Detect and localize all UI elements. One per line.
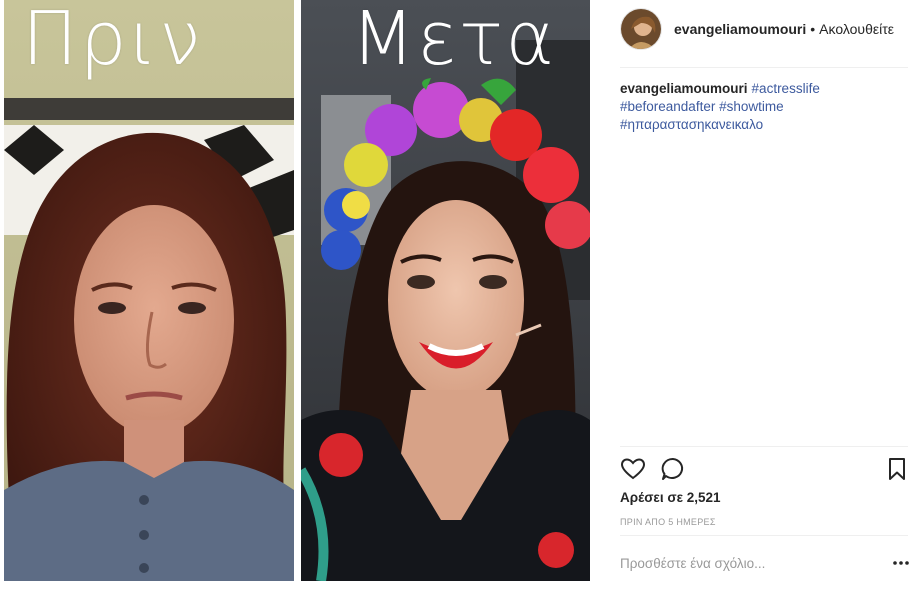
before-photo: Πριν [4, 0, 294, 581]
header-divider [620, 67, 908, 68]
instagram-post: Πριν Μετα evangeliamoumouri • Ακολουθείτ… [0, 0, 916, 594]
before-photo-illustration [4, 0, 294, 581]
post-timestamp[interactable]: ΠΡΙΝ ΑΠΟ 5 ΗΜΕΡΕΣ [620, 517, 716, 527]
following-button[interactable]: Ακολουθείτε [819, 21, 894, 37]
save-button[interactable] [884, 456, 910, 482]
bookmark-icon [889, 458, 905, 480]
after-photo: Μετα [301, 0, 590, 581]
post-header: evangeliamoumouri • Ακολουθείτε [620, 8, 908, 50]
post-actions [620, 456, 910, 484]
hashtag-link[interactable]: #showtime [719, 99, 784, 114]
caption-username[interactable]: evangeliamoumouri [620, 81, 748, 96]
hashtag-link[interactable]: #beforeandafter [620, 99, 715, 114]
header-text: evangeliamoumouri • Ακολουθείτε [674, 21, 894, 37]
after-photo-illustration [301, 0, 590, 581]
comment-button[interactable] [660, 456, 686, 482]
more-options-button[interactable] [892, 556, 910, 570]
comment-bubble-icon [661, 457, 684, 480]
actions-divider [620, 446, 908, 447]
after-caption: Μετα [351, 0, 557, 82]
comment-input[interactable] [620, 548, 870, 578]
like-button[interactable] [620, 456, 646, 482]
hashtag-link[interactable]: #actresslife [752, 81, 820, 96]
avatar[interactable] [620, 8, 662, 50]
comment-divider [620, 535, 908, 536]
post-sidebar: evangeliamoumouri • Ακολουθείτε evangeliam… [598, 0, 916, 594]
header-username[interactable]: evangeliamoumouri [674, 21, 806, 37]
avatar-image [621, 9, 661, 49]
header-separator: • [810, 21, 816, 37]
more-options-icon [893, 561, 909, 565]
post-media[interactable]: Πριν Μετα [0, 0, 598, 594]
heart-icon [620, 458, 646, 480]
before-caption: Πριν [22, 0, 203, 82]
hashtag-link[interactable]: #ηπαραστασηκανεικαλο [620, 117, 763, 132]
post-caption: evangeliamoumouri #actresslife #beforeand… [620, 80, 900, 134]
likes-count[interactable]: Αρέσει σε 2,521 [620, 490, 721, 505]
comment-form [620, 548, 910, 578]
